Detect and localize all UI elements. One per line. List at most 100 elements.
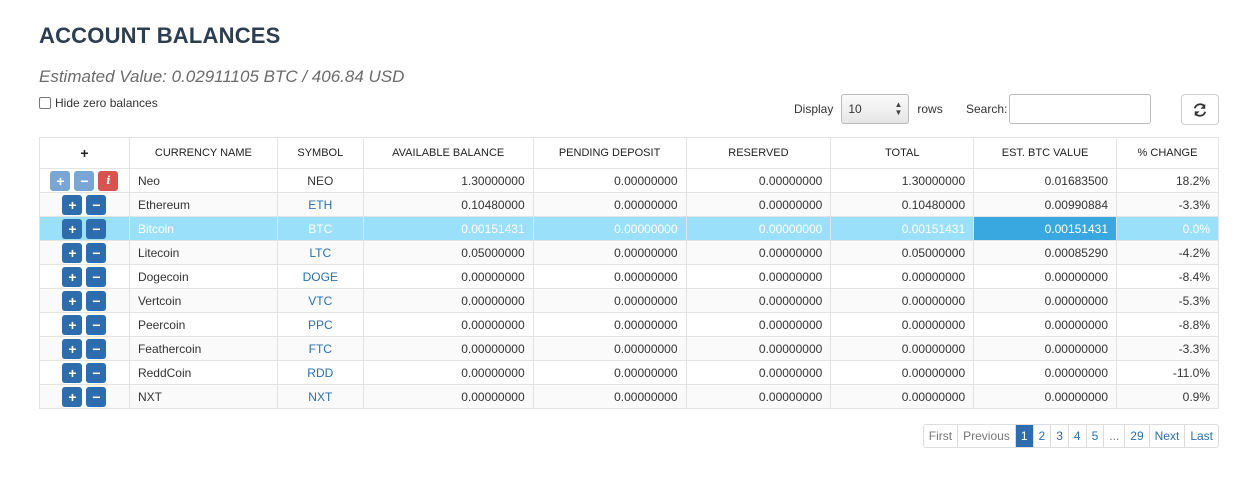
symbol-cell[interactable]: ETH (276, 192, 364, 217)
table-row[interactable]: + − Bitcoin BTC 0.00151431 0.00000000 0.000000… (39, 216, 1219, 241)
page-number[interactable]: 3 (1050, 425, 1068, 447)
page-ellipsis[interactable]: ... (1103, 425, 1125, 447)
column-header[interactable]: PENDING DEPOSIT (532, 137, 687, 169)
withdraw-button[interactable]: − (86, 242, 107, 263)
symbol-cell: NEO (276, 168, 364, 193)
deposit-button[interactable]: + (62, 362, 83, 383)
pending-deposit-cell: 0.00000000 (532, 192, 687, 217)
symbol-cell[interactable]: LTC (276, 240, 364, 265)
page-number[interactable]: 1 (1014, 425, 1033, 447)
withdraw-button[interactable]: − (86, 290, 107, 311)
currency-name-cell: Neo (128, 168, 278, 193)
rows-per-page-select[interactable]: 10 ▲ ▼ (841, 94, 910, 124)
deposit-button[interactable]: + (62, 242, 83, 263)
page-previous[interactable]: Previous (957, 425, 1015, 447)
table-row[interactable]: + − NXT NXT 0.00000000 0.00000000 0.00000000 0.… (39, 384, 1219, 409)
table-row[interactable]: + − Dogecoin DOGE 0.00000000 0.00000000 0.0000… (39, 264, 1219, 289)
symbol-cell[interactable]: PPC (276, 312, 364, 337)
deposit-button[interactable]: + (62, 266, 83, 287)
total-cell: 1.30000000 (830, 168, 975, 193)
total-cell: 0.00000000 (830, 288, 975, 313)
search-input[interactable] (1009, 94, 1152, 124)
deposit-button[interactable]: + (50, 170, 71, 191)
symbol-cell[interactable]: FTC (276, 336, 364, 361)
symbol-cell[interactable]: NXT (276, 384, 364, 409)
column-header[interactable]: CURRENCY NAME (128, 137, 278, 169)
table-row[interactable]: + − Feathercoin FTC 0.00000000 0.00000000 0.00… (39, 336, 1219, 361)
withdraw-button[interactable]: − (86, 218, 107, 239)
pending-deposit-cell: 0.00000000 (532, 360, 687, 385)
balances-table: + CURRENCY NAME SYMBOL AVAILABLE BALANCE PEN… (39, 137, 1219, 409)
symbol-cell[interactable]: RDD (276, 360, 364, 385)
table-row[interactable]: + − Litecoin LTC 0.05000000 0.00000000 0.00000… (39, 240, 1219, 265)
table-row[interactable]: + − ReddCoin RDD 0.00000000 0.00000000 0.00000… (39, 360, 1219, 385)
column-header[interactable]: AVAILABLE BALANCE (362, 137, 534, 169)
percent-change-cell: -3.3% (1116, 192, 1219, 217)
deposit-button[interactable]: + (62, 218, 83, 239)
page-number[interactable]: 2 (1032, 425, 1051, 447)
display-control: Display 10 ▲ ▼ rows (794, 94, 943, 124)
symbol-cell[interactable]: BTC (276, 216, 364, 241)
refresh-button[interactable] (1181, 94, 1219, 125)
deposit-button[interactable]: + (62, 314, 83, 335)
btc-value-cell: 0.00000000 (973, 384, 1117, 409)
total-cell: 0.00000000 (830, 264, 975, 289)
row-actions: + − (39, 360, 130, 385)
hide-zero-label: Hide zero balances (55, 96, 158, 110)
available-balance-cell: 0.00151431 (362, 216, 534, 241)
select-arrows-icon: ▲ ▼ (894, 100, 903, 117)
page-last[interactable]: Last (1184, 425, 1218, 447)
currency-name-cell: Peercoin (128, 312, 278, 337)
hide-zero-toggle[interactable]: Hide zero balances (39, 96, 158, 110)
btc-value-cell: 0.00151431 (973, 216, 1117, 241)
withdraw-button[interactable]: − (74, 170, 95, 191)
pending-deposit-cell: 0.00000000 (532, 288, 687, 313)
withdraw-button[interactable]: − (86, 386, 107, 407)
page-title: ACCOUNT BALANCES (39, 23, 281, 48)
page-first[interactable]: First (923, 425, 958, 447)
btc-value-cell: 0.00085290 (973, 240, 1117, 265)
deposit-button[interactable]: + (62, 338, 83, 359)
info-button[interactable]: i (98, 170, 119, 191)
page-next[interactable]: Next (1148, 425, 1185, 447)
reserved-cell: 0.00000000 (685, 312, 832, 337)
column-header[interactable]: TOTAL (830, 137, 975, 169)
page-number[interactable]: 5 (1085, 425, 1104, 447)
symbol-cell[interactable]: DOGE (276, 264, 364, 289)
table-row[interactable]: + − Peercoin PPC 0.00000000 0.00000000 0.00000… (39, 312, 1219, 337)
currency-name-cell: Ethereum (128, 192, 278, 217)
reserved-cell: 0.00000000 (685, 360, 832, 385)
column-header[interactable]: EST. BTC VALUE (973, 137, 1117, 169)
table-row[interactable]: + − Ethereum ETH 0.10480000 0.00000000 0.00000… (39, 192, 1219, 217)
column-header[interactable]: % CHANGE (1116, 137, 1219, 169)
withdraw-button[interactable]: − (86, 266, 107, 287)
total-cell: 0.00151431 (830, 216, 975, 241)
deposit-button[interactable]: + (62, 194, 83, 215)
percent-change-cell: -8.8% (1116, 312, 1219, 337)
table-row[interactable]: + − i Neo NEO 1.30000000 0.00000000 0.00000000 1… (39, 168, 1219, 193)
row-actions: + − (39, 216, 130, 241)
withdraw-button[interactable]: − (86, 314, 107, 335)
total-cell: 0.10480000 (830, 192, 975, 217)
reserved-cell: 0.00000000 (685, 240, 832, 265)
rows-per-page-value: 10 (848, 102, 862, 116)
row-actions: + − (39, 192, 130, 217)
hide-zero-checkbox[interactable] (39, 97, 51, 109)
deposit-button[interactable]: + (62, 386, 83, 407)
column-header-actions[interactable]: + (39, 137, 130, 169)
row-actions: + − (39, 336, 130, 361)
withdraw-button[interactable]: − (86, 194, 107, 215)
column-header[interactable]: RESERVED (685, 137, 832, 169)
estimated-value: Estimated Value: 0.02911105 BTC / 406.84… (39, 67, 405, 86)
page-number[interactable]: 29 (1124, 425, 1149, 447)
withdraw-button[interactable]: − (86, 362, 107, 383)
table-row[interactable]: + − Vertcoin VTC 0.00000000 0.00000000 0.00000… (39, 288, 1219, 313)
withdraw-button[interactable]: − (86, 338, 107, 359)
row-actions: + − i (39, 168, 130, 193)
btc-value-cell: 0.00990884 (973, 192, 1117, 217)
page-number[interactable]: 4 (1067, 425, 1086, 447)
deposit-button[interactable]: + (62, 290, 83, 311)
column-header[interactable]: SYMBOL (276, 137, 364, 169)
currency-name-cell: Feathercoin (128, 336, 278, 361)
symbol-cell[interactable]: VTC (276, 288, 364, 313)
